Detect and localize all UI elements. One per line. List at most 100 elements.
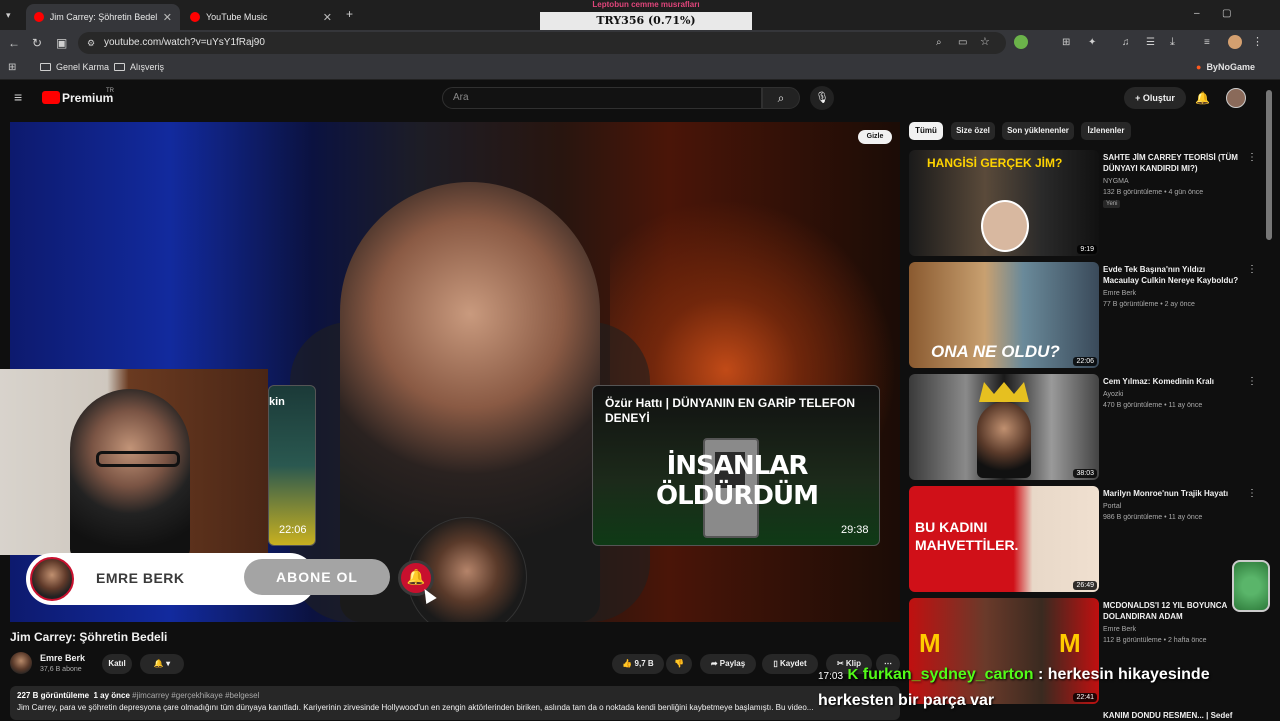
video-duration: 22:41 bbox=[1073, 693, 1097, 702]
endcard-video-right[interactable]: Özür Hattı | DÜNYANIN EN GARİP TELEFON D… bbox=[592, 385, 880, 546]
list-icon[interactable]: ≡ bbox=[1204, 36, 1210, 50]
crown-icon bbox=[979, 382, 1029, 402]
video-thumbnail[interactable]: ONA NE OLDU? bbox=[909, 262, 1099, 368]
search-input[interactable]: Ara bbox=[442, 87, 762, 109]
minimize-icon[interactable]: – bbox=[1194, 7, 1200, 21]
new-tab-icon[interactable]: + bbox=[346, 7, 353, 21]
endcard-title: kin bbox=[269, 396, 285, 408]
thumbnail-face bbox=[981, 200, 1029, 252]
folder-icon bbox=[114, 63, 125, 71]
video-title[interactable]: SAHTE JİM CARREY TEORİSİ (TÜM DÜNYAYI KA… bbox=[1103, 152, 1241, 174]
video-title[interactable]: Evde Tek Başına'nın Yıldızı Macaulay Cul… bbox=[1103, 264, 1241, 286]
hide-endscreen-button[interactable]: Gizle bbox=[858, 130, 892, 144]
extensions-puzzle-icon[interactable]: ✦ bbox=[1088, 36, 1096, 50]
more-options-icon[interactable]: ⋮ bbox=[1247, 488, 1257, 499]
recommendation-item[interactable]: M M 22:41 MCDONALDS'I 12 YIL BOYUNCA DOL… bbox=[909, 598, 1257, 706]
channel-name[interactable]: Portal bbox=[1103, 503, 1121, 510]
notifications-bell-icon[interactable]: 🔔 bbox=[1195, 91, 1210, 105]
search-button[interactable]: ⌕ bbox=[762, 87, 800, 109]
ticker-header: Leptobun cemme musrafları bbox=[592, 0, 700, 9]
tab-search-icon[interactable]: ▾ bbox=[6, 8, 11, 22]
video-title[interactable]: MCDONALDS'I 12 YIL BOYUNCA DOLANDIRAN AD… bbox=[1103, 600, 1241, 622]
share-button[interactable]: ➦ Paylaş bbox=[700, 654, 756, 674]
donation-ticker: TRY356 (0.71%) bbox=[540, 12, 752, 30]
more-options-icon[interactable]: ⋮ bbox=[1247, 264, 1257, 275]
apps-icon[interactable]: ⊞ bbox=[8, 61, 16, 75]
video-duration: 22:06 bbox=[1073, 357, 1097, 366]
download-icon[interactable]: ⤓ bbox=[1170, 35, 1175, 49]
video-thumbnail[interactable]: M M bbox=[909, 598, 1099, 704]
new-badge: Yeni bbox=[1103, 200, 1121, 208]
search-icon: ⌕ bbox=[777, 91, 785, 105]
video-title[interactable]: Marilyn Monroe'nun Trajik Hayatı bbox=[1103, 488, 1241, 499]
filter-chip-all[interactable]: Tümü bbox=[909, 122, 943, 140]
channel-avatar[interactable] bbox=[10, 652, 32, 674]
youtube-music-favicon-icon bbox=[190, 12, 200, 22]
back-icon[interactable]: ← bbox=[8, 36, 20, 50]
video-title[interactable]: KANIM DONDU RESMEN... | Sedef bbox=[1103, 710, 1241, 721]
maximize-icon[interactable]: ▢ bbox=[1222, 7, 1231, 21]
bookmark-folder-genel[interactable]: Genel Karma bbox=[40, 62, 109, 72]
glasses bbox=[96, 451, 180, 467]
sidebar-scrollbar[interactable] bbox=[1266, 90, 1272, 240]
tab-jim-carrey[interactable]: Jim Carrey: Şöhretin Bedeli - Yo ✕ bbox=[26, 4, 180, 30]
endcard-duration: 22:06 bbox=[279, 524, 307, 536]
video-thumbnail[interactable]: HANGİSİ GERÇEK JİM? bbox=[909, 150, 1099, 256]
recommendation-item[interactable]: 38:03 Cem Yılmaz: Komedinin Kralı Ayozki… bbox=[909, 374, 1257, 482]
recommendation-item[interactable]: ONA NE OLDU? 22:06 Evde Tek Başına'nın Y… bbox=[909, 262, 1257, 370]
close-tab-icon[interactable]: ✕ bbox=[323, 11, 332, 24]
video-duration: 26:49 bbox=[1073, 581, 1097, 590]
account-avatar[interactable] bbox=[1226, 88, 1246, 108]
youtube-favicon-icon bbox=[34, 12, 44, 22]
tip-jar-icon bbox=[1232, 560, 1270, 612]
dislike-button[interactable]: 👎 bbox=[666, 654, 692, 674]
more-options-icon[interactable]: ⋮ bbox=[1247, 152, 1257, 163]
zoom-icon[interactable]: ⌕ bbox=[936, 36, 942, 50]
chat-username: furkan_sydney_carton bbox=[862, 666, 1034, 683]
hamburger-menu-icon[interactable]: ≡ bbox=[14, 90, 22, 104]
save-button[interactable]: ▯ Kaydet bbox=[762, 654, 818, 674]
bookmark-folder-alisveris[interactable]: Alışveriş bbox=[114, 62, 164, 72]
filter-chip-watched[interactable]: İzlenenler bbox=[1081, 122, 1131, 140]
channel-name[interactable]: NYGMA bbox=[1103, 178, 1129, 185]
extension-icon[interactable] bbox=[1014, 35, 1028, 49]
profile-avatar[interactable] bbox=[1228, 35, 1242, 49]
channel-name[interactable]: Emre Berk bbox=[1103, 626, 1136, 633]
cast-icon[interactable]: ▭ bbox=[958, 36, 967, 50]
filter-chip-for-you[interactable]: Size özel bbox=[951, 122, 995, 140]
youtube-logo-icon[interactable] bbox=[42, 91, 60, 104]
close-tab-icon[interactable]: ✕ bbox=[163, 11, 172, 24]
endcard-video-left[interactable]: kin 22:06 bbox=[268, 385, 316, 546]
voice-search-button[interactable]: 🎙 bbox=[810, 86, 834, 110]
join-button[interactable]: Katıl bbox=[102, 654, 132, 674]
hashtags[interactable]: #jimcarrey #gerçekhikaye #belgesel bbox=[132, 691, 259, 700]
video-thumbnail[interactable] bbox=[909, 374, 1099, 480]
media-icon[interactable]: ♫ bbox=[1122, 36, 1130, 50]
video-title: Jim Carrey: Şöhretin Bedeli bbox=[10, 630, 168, 644]
site-info-icon[interactable]: ⚙ bbox=[87, 36, 95, 50]
video-title[interactable]: Cem Yılmaz: Komedinin Kralı bbox=[1103, 376, 1241, 387]
create-button[interactable]: + Oluştur bbox=[1124, 87, 1186, 109]
recommendation-item[interactable]: BU KADINI MAHVETTİLER. 26:49 Marilyn Mon… bbox=[909, 486, 1257, 594]
bookmark-star-icon[interactable]: ☆ bbox=[980, 35, 990, 49]
folder-icon bbox=[40, 63, 51, 71]
overlay-subscribe-button[interactable]: ABONE OL bbox=[244, 559, 390, 595]
video-thumbnail[interactable]: BU KADINI MAHVETTİLER. bbox=[909, 486, 1099, 592]
channel-name[interactable]: Emre Berk bbox=[40, 653, 85, 663]
sidepanel-icon[interactable]: ▣ bbox=[56, 36, 67, 50]
filter-chip-recent[interactable]: Son yüklenenler bbox=[1002, 122, 1074, 140]
notification-dropdown[interactable]: 🔔 ▾ bbox=[140, 654, 184, 674]
like-button[interactable]: 👍 9,7 B bbox=[612, 654, 664, 674]
url-field[interactable]: ⚙ youtube.com/watch?v=uYsY1fRaj90 ⌕ ▭ ☆ bbox=[78, 32, 1006, 54]
channel-name[interactable]: Ayozki bbox=[1103, 391, 1124, 398]
reload-icon[interactable]: ↻ bbox=[32, 36, 42, 50]
channel-name[interactable]: Emre Berk bbox=[1103, 290, 1136, 297]
reading-list-icon[interactable]: ☰ bbox=[1146, 36, 1155, 50]
view-count: 227 B görüntüleme bbox=[17, 691, 90, 700]
more-options-icon[interactable]: ⋮ bbox=[1247, 376, 1257, 387]
tab-youtube-music[interactable]: YouTube Music ✕ bbox=[182, 4, 340, 30]
recommendation-item[interactable]: HANGİSİ GERÇEK JİM? 9:19 SAHTE JİM CARRE… bbox=[909, 150, 1257, 258]
menu-dots-icon[interactable]: ⋮ bbox=[1252, 35, 1263, 49]
translate-icon[interactable]: ⊞ bbox=[1062, 36, 1070, 50]
description-box[interactable]: 227 B görüntüleme 1 ay önce #jimcarrey #… bbox=[10, 686, 900, 720]
